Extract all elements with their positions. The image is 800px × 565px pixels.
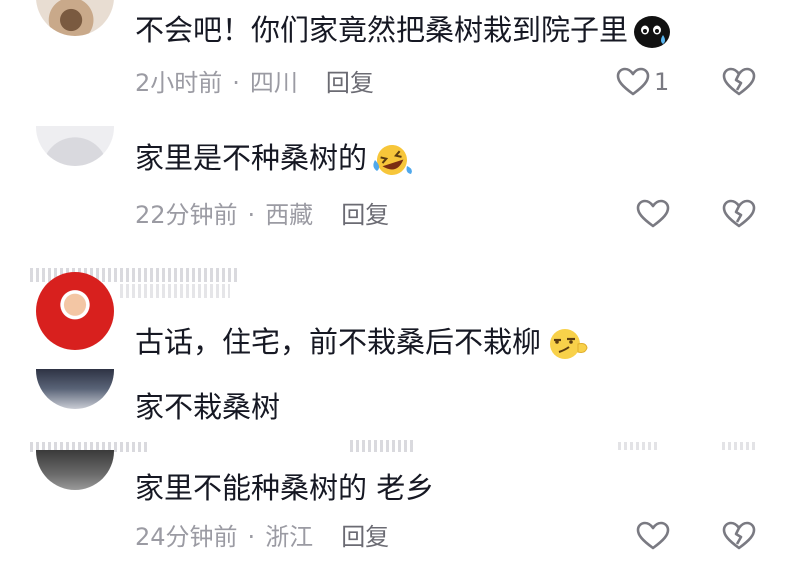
- broken-heart-icon[interactable]: [722, 199, 756, 229]
- comment-text: 古话，住宅，前不栽桑后不栽柳: [135, 324, 589, 362]
- reply-button[interactable]: 回复: [326, 69, 374, 97]
- comment-text: 家里是不种桑树的: [135, 140, 413, 178]
- comment-time: 24分钟前: [135, 523, 238, 551]
- laughing-tears-emoji: [373, 145, 412, 175]
- like-count: 1: [654, 68, 670, 96]
- comment-location: 四川: [249, 69, 298, 97]
- comment-time: 2小时前: [135, 69, 223, 97]
- comment-meta: 2小时前 · 四川 回复: [135, 68, 374, 98]
- comment-time: 22分钟前: [135, 201, 238, 229]
- avatar[interactable]: [36, 272, 114, 350]
- smirk-face-emoji: [550, 329, 588, 359]
- comment-meta: 22分钟前 · 西藏 回复: [135, 200, 389, 230]
- comment-location: 西藏: [265, 201, 314, 229]
- comment-item: 古话，住宅，前不栽桑后不栽柳: [0, 262, 800, 362]
- blurred-action-row: [618, 442, 658, 450]
- sweat-face-emoji: [634, 16, 671, 48]
- avatar[interactable]: [36, 450, 114, 490]
- avatar[interactable]: [36, 126, 114, 166]
- meta-separator: ·: [232, 69, 240, 97]
- broken-heart-icon[interactable]: [722, 67, 756, 97]
- comment-item: 家里是不种桑树的 22分钟前 · 西藏 回复: [0, 120, 800, 240]
- blurred-action-row: [722, 442, 756, 450]
- comment-text: 家不栽桑树: [135, 390, 281, 424]
- reply-button[interactable]: 回复: [341, 523, 389, 551]
- blurred-username: [120, 284, 230, 298]
- avatar[interactable]: [36, 369, 114, 409]
- comment-text: 家里不能种桑树的 老乡: [135, 471, 435, 505]
- reply-button[interactable]: 回复: [341, 201, 389, 229]
- comment-text: 不会吧！你们家竟然把桑树栽到院子里: [135, 12, 672, 49]
- blurred-username: [350, 440, 416, 452]
- meta-separator: ·: [247, 201, 256, 229]
- heart-outline-icon[interactable]: [636, 521, 670, 551]
- meta-separator: ·: [247, 523, 256, 551]
- comment-item: 家不栽桑树: [0, 365, 800, 435]
- heart-outline-icon[interactable]: [616, 67, 650, 97]
- comment-meta: 24分钟前 · 浙江 回复: [135, 522, 389, 552]
- comment-item: 家里不能种桑树的 老乡 24分钟前 · 浙江 回复: [0, 440, 800, 565]
- comment-location: 浙江: [265, 523, 314, 551]
- broken-heart-icon[interactable]: [722, 521, 756, 551]
- comment-item: 不会吧！你们家竟然把桑树栽到院子里 2小时前 · 四川 回复 1: [0, 0, 800, 110]
- avatar[interactable]: [36, 0, 114, 36]
- heart-outline-icon[interactable]: [636, 199, 670, 229]
